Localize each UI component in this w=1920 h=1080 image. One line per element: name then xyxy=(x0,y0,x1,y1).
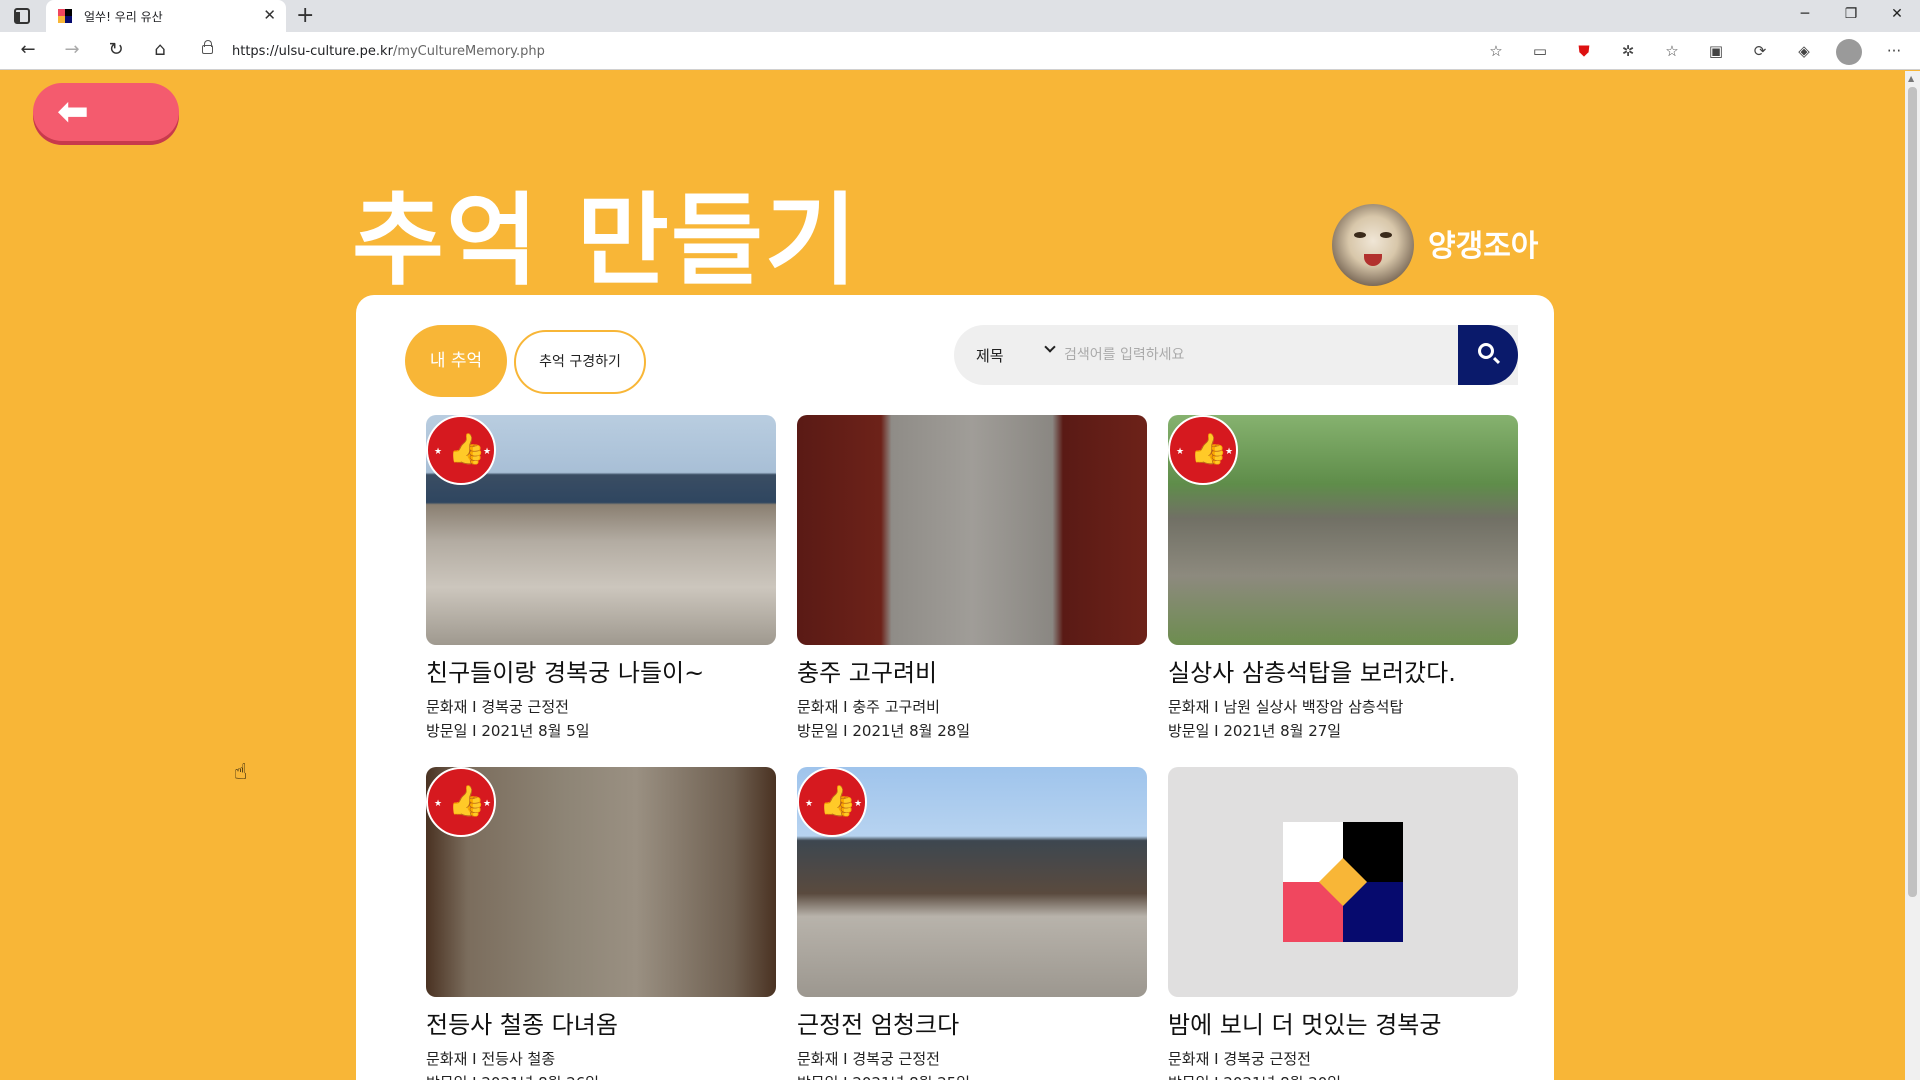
user-name[interactable]: 양갱조아 xyxy=(1428,221,1538,265)
address-bar: ← → ↻ ⌂ https://ulsu-culture.pe.kr/myCul… xyxy=(0,32,1920,70)
back-icon[interactable]: ← xyxy=(16,39,40,60)
vertical-scrollbar[interactable]: ▲ xyxy=(1905,71,1920,1080)
tab-actions-icon[interactable] xyxy=(14,8,30,24)
memory-title[interactable]: 친구들이랑 경복궁 나들이~ xyxy=(426,653,704,688)
media-icon[interactable]: ▭ xyxy=(1528,39,1552,63)
memory-title[interactable]: 충주 고구려비 xyxy=(797,653,937,688)
memory-visit-date: 방문일 I 2021년 8월 25일 xyxy=(797,1072,970,1080)
tab-browse-memories[interactable]: 추억 구경하기 xyxy=(514,330,646,394)
forward-icon[interactable]: → xyxy=(60,39,84,60)
url-path: /myCultureMemory.php xyxy=(392,44,545,59)
new-tab-button[interactable]: + xyxy=(296,3,314,28)
url-text: https://ulsu-culture.pe.kr/myCultureMemo… xyxy=(232,44,545,59)
chevron-down-icon[interactable] xyxy=(1044,341,1056,353)
add-favorite-icon[interactable]: ☆ xyxy=(1484,39,1508,63)
tab-title: 얼쑤! 우리 유산 xyxy=(84,10,163,24)
page-viewport: ⬅ 추억 만들기 양갱조아 내 추억 추억 구경하기 제목 👍★★친구들이랑 경… xyxy=(0,71,1905,1080)
star-icon: ★ xyxy=(1225,447,1234,457)
like-badge: 👍 ★ ★ xyxy=(797,767,867,837)
memory-card[interactable]: 👍 ★ ★ 친구들이랑 경복궁 나들이~ 문화재 I 경복궁 근정전 방문일 I 2021… xyxy=(426,415,776,740)
collections-icon[interactable]: ▣ xyxy=(1704,39,1728,63)
star-icon: ★ xyxy=(483,447,492,457)
memory-title[interactable]: 전등사 철종 다녀옴 xyxy=(426,1005,618,1040)
star-icon: ★ xyxy=(483,799,492,809)
search-button[interactable] xyxy=(1458,325,1518,385)
shield-icon[interactable]: ⛊ xyxy=(1572,39,1596,63)
memory-heritage: 문화재 I 충주 고구려비 xyxy=(797,698,940,716)
memory-visit-date: 방문일 I 2021년 8월 5일 xyxy=(426,722,590,740)
like-badge: 👍 ★ ★ xyxy=(1168,415,1238,485)
url-host: https://ulsu-culture.pe.kr xyxy=(232,44,393,59)
thumbs-up-icon: 👍 xyxy=(819,784,857,819)
star-icon: ★ xyxy=(434,799,443,809)
search-icon xyxy=(1478,343,1494,359)
memory-visit-date: 방문일 I 2021년 8월 20일 xyxy=(1168,1072,1341,1080)
memory-visit-date: 방문일 I 2021년 8월 26일 xyxy=(426,1072,599,1080)
memory-photo[interactable]: 👍 ★ ★ xyxy=(426,767,776,997)
url-field[interactable]: https://ulsu-culture.pe.kr/myCultureMemo… xyxy=(188,40,1508,64)
memory-heritage: 문화재 I 남원 실상사 백장암 삼층석탑 xyxy=(1168,698,1404,716)
reload-icon[interactable]: ↻ xyxy=(104,39,128,60)
close-tab-icon[interactable]: ✕ xyxy=(263,6,276,24)
like-badge: 👍 ★ ★ xyxy=(426,767,496,837)
browser-tab-bar: 얼쑤! 우리 유산 ✕ + ─ ❐ ✕ xyxy=(0,0,1920,32)
memory-title[interactable]: 근정전 엄청크다 xyxy=(797,1005,959,1040)
memory-photo[interactable]: 👍 ★ ★ xyxy=(1168,415,1518,645)
thumbs-up-icon: 👍 xyxy=(448,784,486,819)
memory-heritage: 문화재 I 전등사 철종 xyxy=(426,1050,556,1068)
lock-icon[interactable] xyxy=(202,40,213,54)
close-window-icon[interactable]: ✕ xyxy=(1874,0,1920,32)
memory-photo[interactable]: 👍 ★ ★ xyxy=(797,767,1147,997)
memory-title[interactable]: 실상사 삼층석탑을 보러갔다. xyxy=(1168,653,1456,688)
thumbs-up-icon: 👍 xyxy=(448,432,486,467)
memory-visit-date: 방문일 I 2021년 8월 28일 xyxy=(797,722,971,740)
memory-card[interactable]: 👍★★전등사 철종 다녀옴문화재 I 전등사 철종방문일 I 2021년 8월 … xyxy=(426,767,776,1080)
site-favicon-icon xyxy=(58,9,72,23)
browser-tab[interactable]: 얼쑤! 우리 유산 ✕ xyxy=(46,0,286,32)
star-icon: ★ xyxy=(1176,447,1185,457)
search-filter-select[interactable]: 제목 xyxy=(976,345,1004,366)
home-icon[interactable]: ⌂ xyxy=(148,39,172,60)
favorites-icon[interactable]: ☆ xyxy=(1660,39,1684,63)
like-badge: 👍 ★ ★ xyxy=(426,415,496,485)
maximize-icon[interactable]: ❐ xyxy=(1828,0,1874,32)
back-button[interactable]: ⬅ xyxy=(33,83,179,141)
scrollbar-thumb[interactable] xyxy=(1908,87,1917,897)
star-icon: ★ xyxy=(434,447,443,457)
page-title: 추억 만들기 xyxy=(352,182,859,299)
memory-title[interactable]: 밤에 보니 더 멋있는 경복궁 xyxy=(1168,1005,1441,1040)
memory-card[interactable]: 충주 고구려비문화재 I 충주 고구려비방문일 I 2021년 8월 28일 xyxy=(797,415,1147,740)
mouse-cursor-icon: ☝ xyxy=(234,760,248,785)
memory-card[interactable]: 밤에 보니 더 멋있는 경복궁문화재 I 경복궁 근정전방문일 I 2021년 … xyxy=(1168,767,1518,1080)
minimize-icon[interactable]: ─ xyxy=(1782,0,1828,32)
extensions-icon[interactable]: ✲ xyxy=(1616,39,1640,63)
memory-heritage: 문화재 I 경복궁 근정전 xyxy=(797,1050,940,1068)
star-icon: ★ xyxy=(805,799,814,809)
memory-card[interactable]: 👍 ★ ★ 실상사 삼층석탑을 보러갔다. 문화재 I 남원 실상사 백장암 삼층석탑 방… xyxy=(1168,415,1518,740)
browser-toolbar: ☆ ▭ ⛊ ✲ ☆ ▣ ⟳ ◈ ··· xyxy=(1484,39,1906,65)
back-arrow-icon: ⬅ xyxy=(57,89,89,133)
tab-my-memories[interactable]: 내 추억 xyxy=(405,325,507,397)
window-controls: ─ ❐ ✕ xyxy=(1782,0,1920,32)
memory-panel: 내 추억 추억 구경하기 제목 👍★★친구들이랑 경복궁 나들이~문화재 I 경… xyxy=(356,295,1554,1080)
search-input[interactable] xyxy=(1064,339,1444,371)
history-icon[interactable]: ⟳ xyxy=(1748,39,1772,63)
site-logo-icon xyxy=(1283,822,1403,942)
memory-heritage: 문화재 I 경복궁 근정전 xyxy=(1168,1050,1311,1068)
profile-avatar-icon[interactable] xyxy=(1836,39,1862,65)
memory-photo[interactable]: 👍 ★ ★ xyxy=(426,415,776,645)
more-menu-icon[interactable]: ··· xyxy=(1882,39,1906,63)
memory-visit-date: 방문일 I 2021년 8월 27일 xyxy=(1168,722,1342,740)
memory-heritage: 문화재 I 경복궁 근정전 xyxy=(426,698,569,716)
user-avatar[interactable] xyxy=(1332,204,1414,286)
thumbs-up-icon: 👍 xyxy=(1190,432,1228,467)
star-icon: ★ xyxy=(854,799,863,809)
scroll-up-icon[interactable]: ▲ xyxy=(1908,74,1914,83)
search-bar: 제목 xyxy=(954,325,1518,385)
sidebar-icon[interactable]: ◈ xyxy=(1792,39,1816,63)
memory-photo[interactable] xyxy=(797,415,1147,645)
memory-photo[interactable] xyxy=(1168,767,1518,997)
memory-card[interactable]: 👍★★근정전 엄청크다문화재 I 경복궁 근정전방문일 I 2021년 8월 2… xyxy=(797,767,1147,1080)
